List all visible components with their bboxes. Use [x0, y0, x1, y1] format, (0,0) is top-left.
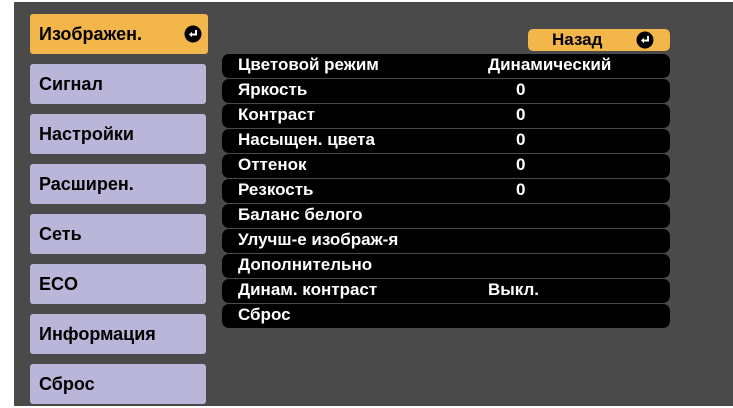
tab-extended[interactable]: Расширен. — [30, 164, 206, 204]
setting-value: Выкл. — [488, 280, 540, 299]
tab-label: Сигнал — [39, 73, 103, 94]
setting-value: 0 — [516, 180, 526, 199]
setting-label: Дополнительно — [238, 255, 373, 274]
setting-label: Улучш-е изображ-я — [238, 230, 399, 249]
setting-row-image-enhancement[interactable]: Улучш-е изображ-я — [222, 229, 670, 253]
tab-network[interactable]: Сеть — [30, 214, 206, 254]
setting-value: 0 — [516, 105, 526, 124]
setting-row-sharpness[interactable]: Резкость 0 — [222, 179, 670, 203]
setting-label: Контраст — [238, 105, 315, 124]
setting-row-saturation[interactable]: Насыщен. цвета 0 — [222, 129, 670, 153]
setting-label: Сброс — [238, 305, 291, 324]
setting-value: 0 — [516, 155, 526, 174]
tab-label: ECO — [39, 273, 79, 294]
tab-signal[interactable]: Сигнал — [30, 64, 206, 104]
setting-label: Баланс белого — [238, 205, 363, 224]
setting-row-dynamic-contrast[interactable]: Динам. контраст Выкл. — [222, 279, 670, 303]
setting-row-contrast[interactable]: Контраст 0 — [222, 104, 670, 128]
setting-row-reset[interactable]: Сброс — [222, 304, 670, 328]
setting-row-tint[interactable]: Оттенок 0 — [222, 154, 670, 178]
tab-eco[interactable]: ECO — [30, 264, 206, 304]
settings-panel: Цветовой режим Динамический Яркость 0 Ко… — [222, 44, 670, 328]
setting-row-brightness[interactable]: Яркость 0 — [222, 79, 670, 103]
tab-reset[interactable]: Сброс — [30, 364, 206, 404]
projector-menu-screen: Изображен. Сигнал Настройки Расширен. Се… — [14, 2, 733, 406]
setting-value: Динамический — [488, 55, 612, 74]
tab-label: Сброс — [39, 373, 95, 394]
setting-row-color-mode[interactable]: Цветовой режим Динамический — [222, 54, 670, 78]
setting-row-white-balance[interactable]: Баланс белого — [222, 204, 670, 228]
setting-label: Яркость — [238, 80, 308, 99]
setting-value: 0 — [516, 80, 526, 99]
enter-icon — [184, 25, 202, 43]
tab-label: Расширен. — [39, 173, 134, 194]
setting-label: Цветовой режим — [238, 55, 379, 74]
setting-row-advanced[interactable]: Дополнительно — [222, 254, 670, 278]
setting-label: Оттенок — [238, 155, 307, 174]
tab-label: Настройки — [39, 123, 134, 144]
tab-label: Изображен. — [39, 23, 142, 44]
tab-information[interactable]: Информация — [30, 314, 206, 354]
setting-label: Резкость — [238, 180, 314, 199]
tab-settings[interactable]: Настройки — [30, 114, 206, 154]
tab-image[interactable]: Изображен. — [30, 14, 208, 54]
tab-label: Сеть — [39, 223, 82, 244]
tab-label: Информация — [39, 323, 156, 344]
setting-label: Динам. контраст — [238, 280, 378, 299]
setting-label: Насыщен. цвета — [238, 130, 375, 149]
setting-value: 0 — [516, 130, 526, 149]
